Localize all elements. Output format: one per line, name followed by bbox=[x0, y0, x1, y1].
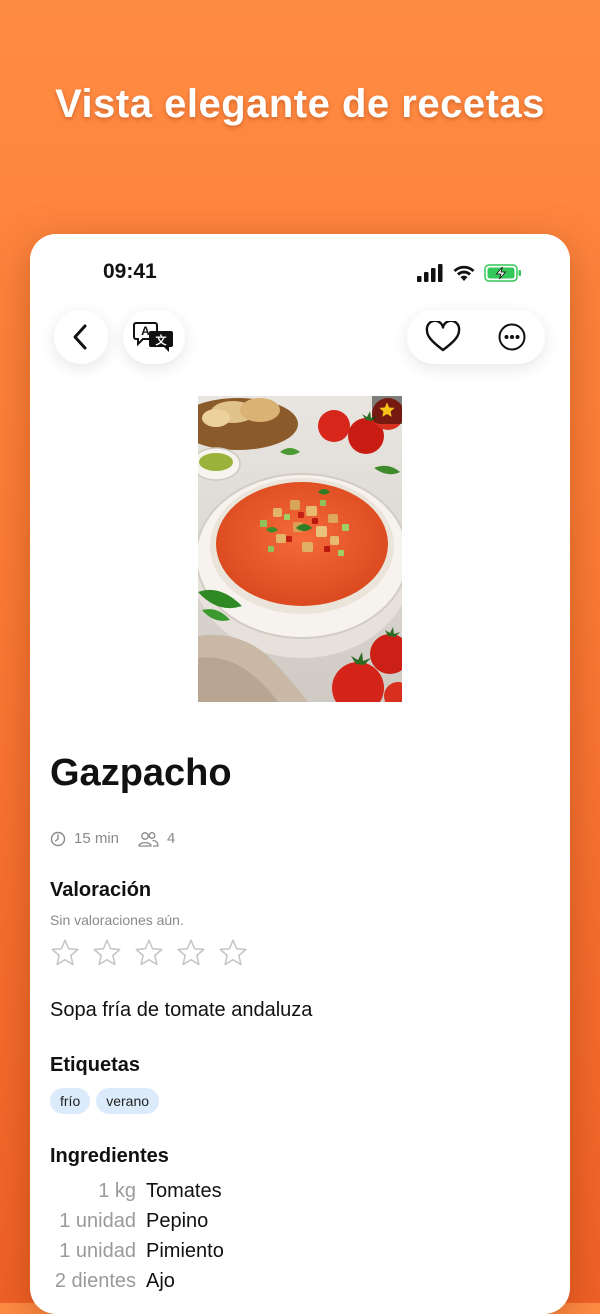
status-icons bbox=[416, 264, 522, 282]
ingredient-qty: 1 unidad bbox=[59, 1240, 136, 1262]
tag-chip[interactable]: frío bbox=[50, 1088, 91, 1114]
tags-heading: Etiquetas bbox=[50, 1054, 141, 1076]
tag-chip[interactable]: verano bbox=[96, 1088, 160, 1114]
translate-icon: A 文 bbox=[133, 322, 173, 352]
ingredient-name: Tomates bbox=[146, 1180, 222, 1202]
clock-icon bbox=[50, 831, 66, 846]
recipe-meta: 15 min 4 bbox=[50, 830, 175, 847]
ellipsis-circle-icon bbox=[498, 323, 526, 351]
svg-text:A: A bbox=[141, 324, 150, 338]
ingredient-name: Pepino bbox=[146, 1210, 209, 1232]
ingredient-row: 1 unidad Pimiento bbox=[30, 1240, 570, 1266]
rating-star-3[interactable] bbox=[134, 938, 164, 968]
ingredient-row: 2 dientes Ajo bbox=[30, 1270, 570, 1296]
servings: 4 bbox=[167, 830, 176, 847]
people-icon bbox=[138, 831, 159, 847]
rating-star-1[interactable] bbox=[50, 938, 80, 968]
more-options-button[interactable] bbox=[497, 322, 527, 352]
translate-button[interactable]: A 文 bbox=[123, 310, 185, 364]
rating-star-5[interactable] bbox=[218, 938, 248, 968]
favorite-button[interactable] bbox=[425, 321, 461, 353]
ingredients-heading: Ingredientes bbox=[50, 1145, 169, 1167]
phone-screen: 09:41 A 文 Gazpacho 15 min 4 Valoración S… bbox=[30, 234, 570, 1314]
ingredient-qty: 2 dientes bbox=[54, 1270, 136, 1292]
ingredient-qty: 1 unidad bbox=[59, 1210, 136, 1232]
status-time: 09:41 bbox=[103, 260, 157, 283]
rating-star-4[interactable] bbox=[176, 938, 206, 968]
prep-time: 15 min bbox=[74, 830, 120, 847]
heart-icon bbox=[425, 321, 461, 352]
rating-star-2[interactable] bbox=[92, 938, 122, 968]
star-filled-icon bbox=[379, 402, 395, 417]
actions-group bbox=[407, 310, 545, 364]
ingredient-name: Ajo bbox=[146, 1270, 175, 1292]
ingredient-row: 1 unidad Pepino bbox=[30, 1210, 570, 1236]
ingredient-name: Pimiento bbox=[146, 1240, 224, 1262]
promo-headline: Vista elegante de recetas bbox=[55, 82, 545, 126]
svg-text:文: 文 bbox=[156, 333, 168, 347]
recipe-description: Sopa fría de tomate andaluza bbox=[50, 999, 313, 1021]
tag-list: frío verano bbox=[50, 1088, 160, 1114]
recipe-title: Gazpacho bbox=[50, 752, 232, 794]
cellular-signal-icon bbox=[417, 264, 443, 282]
back-button[interactable] bbox=[54, 310, 108, 364]
battery-charging-icon bbox=[484, 264, 521, 282]
rating-note: Sin valoraciones aún. bbox=[50, 912, 184, 928]
ingredient-row: 1 kg Tomates bbox=[30, 1180, 570, 1206]
ingredient-qty: 1 kg bbox=[98, 1180, 136, 1202]
rating-heading: Valoración bbox=[50, 879, 152, 901]
rating-stars bbox=[50, 938, 248, 968]
favorite-badge bbox=[372, 396, 402, 424]
chevron-left-icon bbox=[73, 324, 87, 350]
wifi-icon bbox=[453, 265, 475, 281]
recipe-photo bbox=[178, 396, 412, 714]
